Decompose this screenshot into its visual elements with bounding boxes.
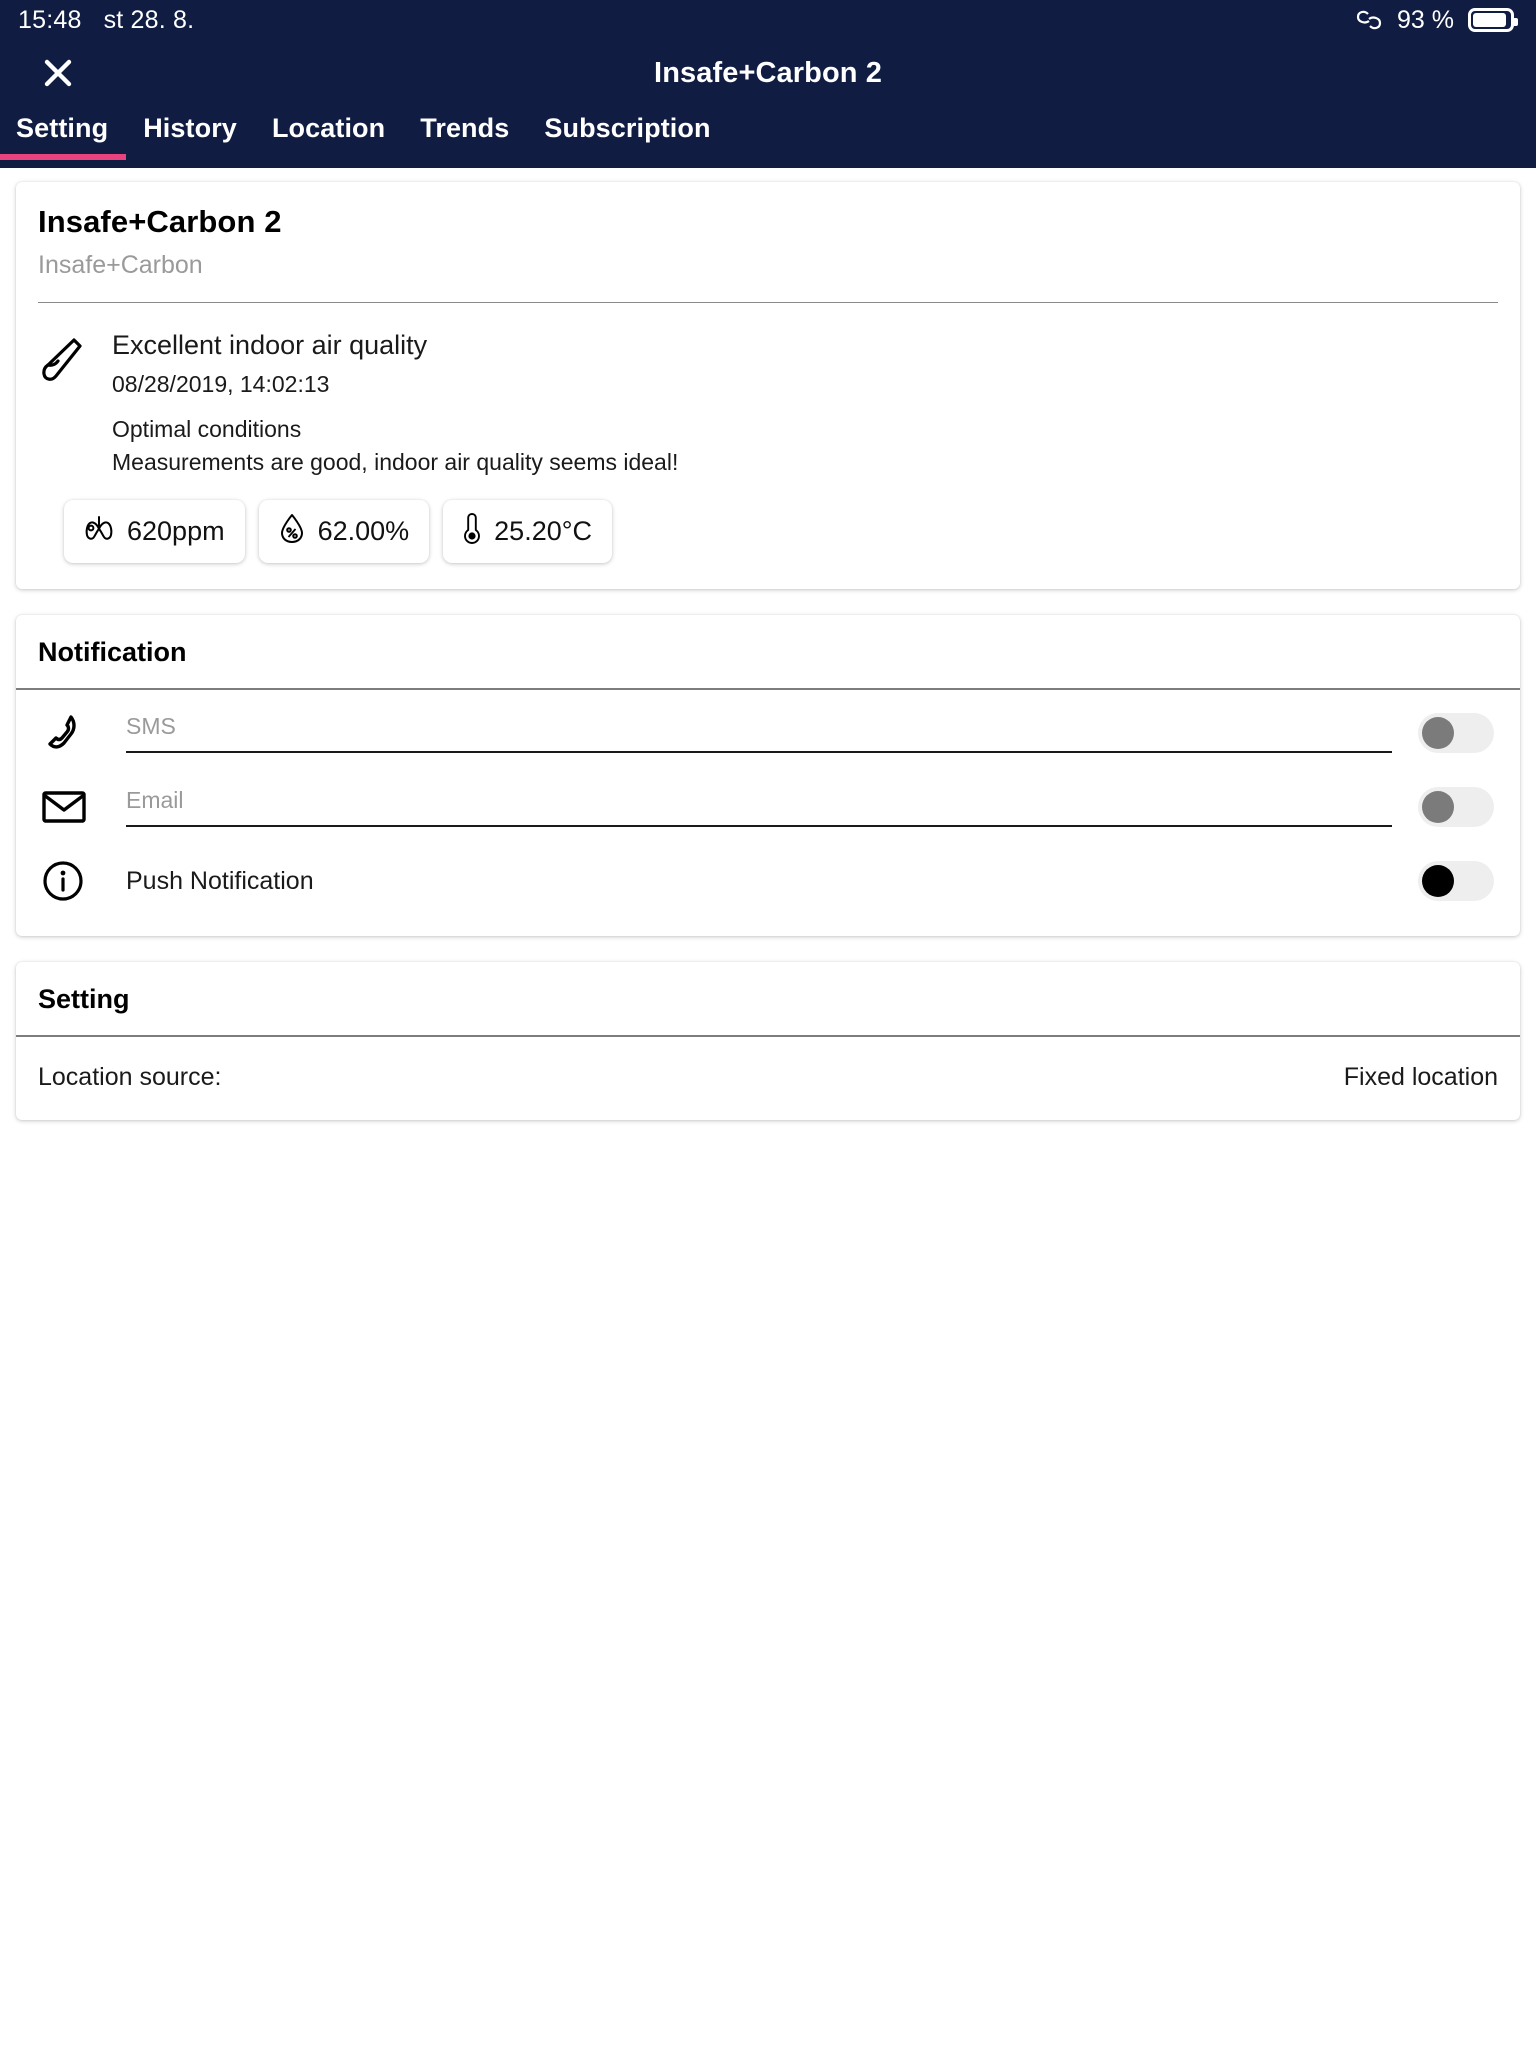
notification-row-sms	[16, 696, 1520, 770]
setting-header: Setting	[38, 984, 130, 1015]
app-root: 15:48 st 28. 8. 93 % Insafe+Carbon 2 Set…	[0, 0, 1536, 2048]
lungs-icon	[84, 514, 114, 549]
tab-trends-label: Trends	[420, 113, 510, 143]
status-date: st 28. 8.	[103, 5, 195, 34]
main-content: Insafe+Carbon 2 Insafe+Carbon Excellent …	[0, 168, 1536, 1121]
humidity-drop-icon	[279, 513, 305, 550]
email-toggle[interactable]	[1418, 787, 1494, 828]
measurement-chip-list: 620ppm 62.00% 25.20°C	[64, 500, 1498, 564]
push-notification-toggle[interactable]	[1418, 861, 1494, 902]
tab-subscription[interactable]: Subscription	[544, 106, 710, 144]
tab-active-indicator	[0, 154, 127, 160]
tab-location[interactable]: Location	[272, 106, 385, 144]
measurement-chip-humidity[interactable]: 62.00%	[258, 500, 430, 564]
navigation-bar: Insafe+Carbon 2	[0, 40, 1536, 106]
measurement-value-co2: 620ppm	[127, 516, 225, 547]
status-bar-left: 15:48 st 28. 8.	[18, 6, 194, 35]
tab-bar: Setting History Location Trends Subscrip…	[0, 106, 1536, 168]
air-quality-text: Excellent indoor air quality 08/28/2019,…	[112, 330, 1498, 476]
tab-setting[interactable]: Setting	[0, 106, 127, 160]
tab-location-label: Location	[271, 113, 386, 143]
status-bar-right: 93 %	[1355, 5, 1518, 35]
measurement-value-temperature: 25.20°C	[494, 516, 593, 547]
measurement-chip-temperature[interactable]: 25.20°C	[443, 500, 613, 564]
setting-row-location-source[interactable]: Location source: Fixed location	[16, 1037, 1520, 1120]
phone-icon	[42, 712, 98, 754]
notification-row-email	[16, 770, 1520, 844]
sms-field-wrapper	[126, 713, 1392, 754]
test-tube-icon	[38, 330, 88, 386]
push-notification-toggle-knob	[1422, 865, 1454, 898]
page-title: Insafe+Carbon 2	[654, 56, 882, 89]
email-toggle-knob	[1422, 791, 1454, 824]
sms-toggle-knob	[1422, 717, 1454, 750]
battery-percent: 93 %	[1397, 5, 1454, 34]
envelope-icon	[42, 790, 98, 824]
link-icon	[1355, 9, 1383, 31]
push-notification-label: Push Notification	[126, 866, 314, 895]
notification-header: Notification	[38, 637, 187, 668]
close-icon	[44, 59, 72, 87]
device-model: Insafe+Carbon	[38, 251, 203, 279]
close-button[interactable]	[36, 51, 80, 95]
status-time: 15:48	[18, 5, 82, 34]
tab-history-label: History	[143, 113, 237, 143]
air-quality-summary: Excellent indoor air quality 08/28/2019,…	[38, 330, 1498, 476]
thermometer-icon	[463, 512, 481, 551]
air-quality-timestamp: 08/28/2019, 14:02:13	[112, 371, 330, 398]
device-divider	[38, 302, 1498, 303]
status-bar: 15:48 st 28. 8. 93 %	[0, 0, 1536, 40]
battery-icon	[1468, 8, 1518, 32]
notification-row-push: Push Notification	[16, 844, 1520, 918]
setting-card: Setting Location source: Fixed location	[16, 962, 1520, 1121]
tab-setting-label: Setting	[16, 113, 109, 143]
measurement-chip-co2[interactable]: 620ppm	[64, 500, 245, 564]
location-source-label: Location source:	[38, 1063, 222, 1092]
tab-subscription-label: Subscription	[544, 113, 711, 143]
air-quality-status: Optimal conditions	[112, 416, 302, 443]
device-title: Insafe+Carbon 2	[38, 204, 282, 239]
email-field-wrapper	[126, 787, 1392, 828]
sms-input[interactable]	[126, 713, 1392, 741]
email-input[interactable]	[126, 787, 1392, 815]
air-quality-headline: Excellent indoor air quality	[112, 330, 428, 360]
notification-rows: Push Notification	[16, 690, 1520, 936]
info-icon	[42, 860, 98, 902]
device-card: Insafe+Carbon 2 Insafe+Carbon Excellent …	[16, 182, 1520, 590]
tab-trends[interactable]: Trends	[420, 106, 509, 144]
location-source-value: Fixed location	[1343, 1063, 1498, 1092]
air-quality-description: Measurements are good, indoor air qualit…	[112, 449, 679, 476]
tab-history[interactable]: History	[143, 106, 237, 144]
sms-toggle[interactable]	[1418, 713, 1494, 754]
notification-card: Notification SMS Email Push Notification	[16, 615, 1520, 937]
measurement-value-humidity: 62.00%	[317, 516, 410, 547]
